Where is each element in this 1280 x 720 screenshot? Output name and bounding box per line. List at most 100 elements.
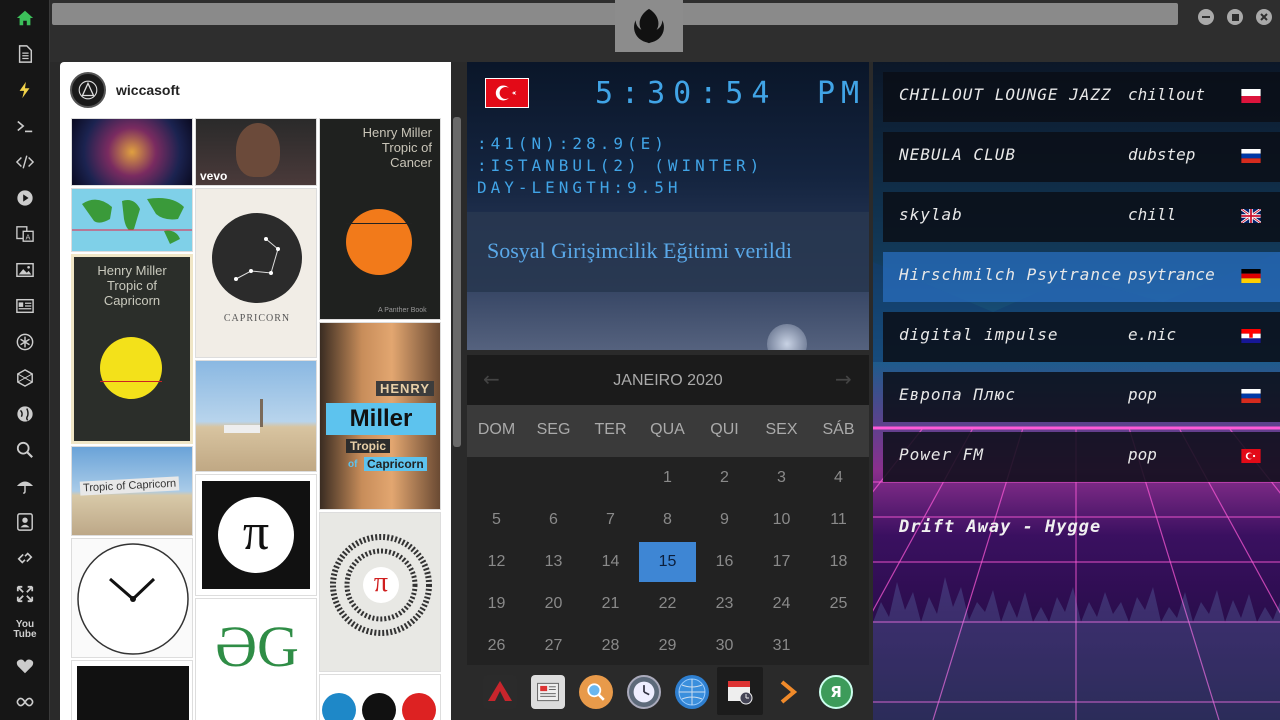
contact-icon[interactable] <box>11 508 39 536</box>
station-genre: pop <box>1128 445 1157 464</box>
turkey-flag-icon[interactable] <box>485 78 529 108</box>
asterisk-icon[interactable] <box>11 328 39 356</box>
capricorn-constellation-pin[interactable]: CAPRICORN <box>195 188 317 358</box>
lightning-icon[interactable] <box>11 76 39 104</box>
calendar-day[interactable]: 7 <box>582 500 639 540</box>
pi-spiral-pin-2[interactable] <box>71 660 193 720</box>
calendar-day[interactable]: 4 <box>810 458 867 498</box>
henry-miller-capricorn-book-pin[interactable]: HENRY Miller Tropic of Capricorn <box>319 322 441 510</box>
pi-spiral-pin[interactable]: π <box>195 474 317 596</box>
arc-icon[interactable] <box>483 675 517 709</box>
psychedelic-art-pin[interactable] <box>71 118 193 186</box>
book-title: Tropic of Capricorn <box>103 278 161 308</box>
calendar-day[interactable]: 12 <box>468 542 525 582</box>
station-name: NEBULA CLUB <box>899 145 1016 164</box>
math-clock-pin[interactable] <box>71 538 193 658</box>
calendar-day[interactable]: 22 <box>639 584 696 624</box>
station-row[interactable]: Power FM pop <box>883 432 1280 482</box>
calendar-day[interactable]: 25 <box>810 584 867 624</box>
station-row[interactable]: CHILLOUT LOUNGE JAZZ chillout <box>883 72 1280 122</box>
tropic-sign-photo-pin[interactable]: Tropic of Capricorn <box>71 446 193 536</box>
calendar-day[interactable]: 13 <box>525 542 582 582</box>
image-icon[interactable] <box>11 256 39 284</box>
globe-icon[interactable] <box>11 400 39 428</box>
weekday-label: SÁB <box>822 421 855 438</box>
calendar-day[interactable]: 29 <box>639 626 696 666</box>
station-row[interactable]: digital impulse e.nic <box>883 312 1280 362</box>
play-icon[interactable] <box>11 184 39 212</box>
calendar-day[interactable]: 24 <box>753 584 810 624</box>
station-row[interactable]: skylab chill <box>883 192 1280 242</box>
book-author: Henry Miller <box>97 263 167 278</box>
heart-icon[interactable] <box>11 652 39 680</box>
clock-icon[interactable] <box>627 675 661 709</box>
calendar-day[interactable]: 31 <box>753 626 810 666</box>
calendar-day[interactable]: 1 <box>639 458 696 498</box>
calendar-day[interactable]: 19 <box>468 584 525 624</box>
expand-icon[interactable] <box>11 580 39 608</box>
infinity-icon[interactable] <box>11 688 39 716</box>
geeksforgeeks-logo-pin[interactable]: ƏG <box>195 598 317 720</box>
chevron-right-icon[interactable] <box>771 675 805 709</box>
tropic-of-cancer-book-pin[interactable]: Henry Miller Tropic of Cancer A Panther … <box>319 118 441 320</box>
translate-icon[interactable]: A <box>11 220 39 248</box>
calendar-day[interactable]: 23 <box>696 584 753 624</box>
calendar-day[interactable]: 30 <box>696 626 753 666</box>
avatar[interactable] <box>70 72 106 108</box>
yandex-icon[interactable]: Я <box>819 675 853 709</box>
link-icon[interactable] <box>11 544 39 572</box>
news-headline[interactable]: Sosyal Girişimcilik Eğitimi verildi <box>487 238 792 264</box>
station-row[interactable]: Hirschmilch Psytrance psytrance <box>883 252 1280 302</box>
station-name: Европа Плюс <box>899 385 1016 404</box>
rebel-alliance-icon[interactable] <box>615 0 683 52</box>
hexagon-icon[interactable] <box>11 364 39 392</box>
youtube-icon[interactable]: You Tube <box>11 616 39 644</box>
document-icon[interactable] <box>11 40 39 68</box>
math-symbols-pin[interactable] <box>319 674 441 720</box>
world-map-pin[interactable] <box>71 188 193 252</box>
news-icon[interactable] <box>11 292 39 320</box>
globe-icon[interactable] <box>675 675 709 709</box>
maximize-button[interactable] <box>1227 9 1243 25</box>
calendar-day[interactable]: 21 <box>582 584 639 624</box>
home-icon[interactable] <box>11 4 39 32</box>
minimize-button[interactable] <box>1198 9 1214 25</box>
weekday-header: DOM SEG TER QUA QUI SEX SÁB <box>467 405 869 457</box>
close-button[interactable] <box>1256 9 1272 25</box>
calendar-day[interactable]: 28 <box>582 626 639 666</box>
calendar-day[interactable]: 26 <box>468 626 525 666</box>
calendar-day[interactable]: 5 <box>468 500 525 540</box>
next-month-button[interactable]: → <box>835 367 852 391</box>
calendar-day[interactable]: 9 <box>696 500 753 540</box>
search-icon[interactable] <box>579 675 613 709</box>
calendar-day[interactable]: 8 <box>639 500 696 540</box>
terminal-icon[interactable] <box>11 112 39 140</box>
code-icon[interactable] <box>11 148 39 176</box>
yellow-sun <box>100 337 162 399</box>
calendar-day[interactable]: 3 <box>753 458 810 498</box>
station-row[interactable]: Европа Плюс pop <box>883 372 1280 422</box>
newspaper-icon[interactable] <box>531 675 565 709</box>
calendar-day[interactable]: 14 <box>582 542 639 582</box>
calendar-day[interactable]: 20 <box>525 584 582 624</box>
search-icon[interactable] <box>11 436 39 464</box>
station-row[interactable]: NEBULA CLUB dubstep <box>883 132 1280 182</box>
calendar-day[interactable]: 16 <box>696 542 753 582</box>
calendar-day[interactable]: 10 <box>753 500 810 540</box>
tropic-of-capricorn-book-pin[interactable]: Henry Miller Tropic of Capricorn <box>71 254 193 444</box>
calendar-day[interactable]: 11 <box>810 500 867 540</box>
uk-flag-icon <box>1240 207 1263 225</box>
vevo-video-pin[interactable]: vevo <box>195 118 317 186</box>
calendar-icon[interactable] <box>717 667 763 715</box>
umbrella-icon[interactable] <box>11 472 39 500</box>
calendar-day[interactable]: 27 <box>525 626 582 666</box>
calendar-day[interactable]: 18 <box>810 542 867 582</box>
pi-circle-digits-pin[interactable]: π <box>319 512 441 672</box>
desert-sign-photo-pin[interactable] <box>195 360 317 472</box>
calendar-day[interactable]: 6 <box>525 500 582 540</box>
username[interactable]: wiccasoft <box>116 82 180 98</box>
calendar-day[interactable]: 17 <box>753 542 810 582</box>
calendar-day-today[interactable]: 15 <box>639 542 696 582</box>
calendar-day[interactable]: 2 <box>696 458 753 498</box>
scrollbar-thumb[interactable] <box>453 117 461 447</box>
